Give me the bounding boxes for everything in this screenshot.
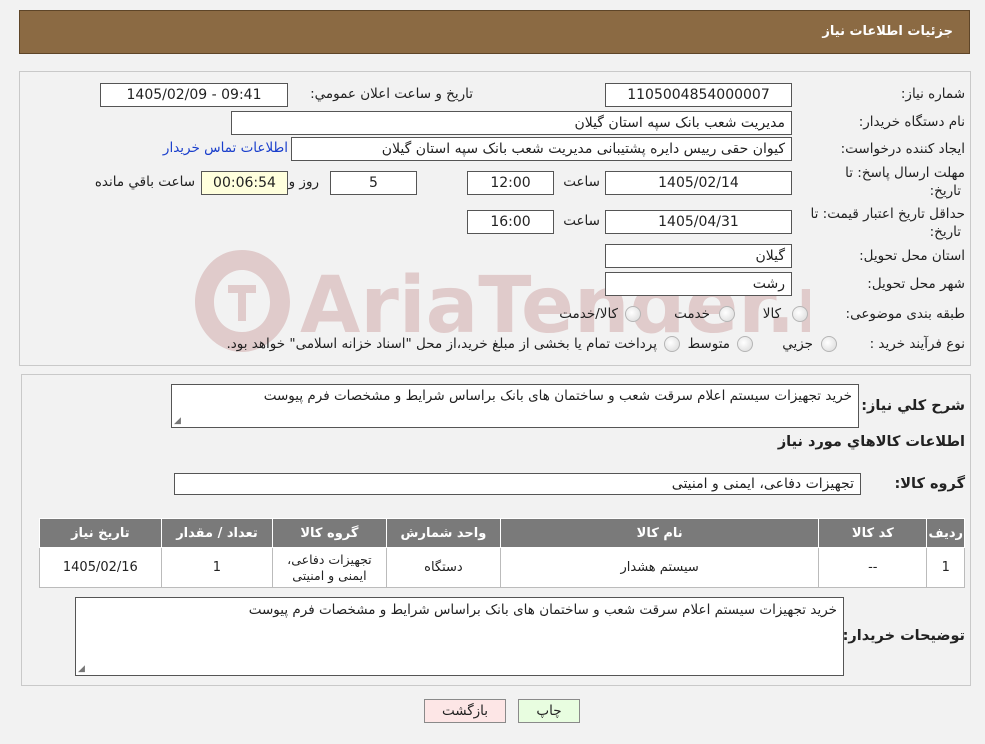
process-treasury-note: پرداخت تمام يا بخشی از مبلغ خريد،از محل … xyxy=(226,336,657,352)
validity-time-label: ساعت xyxy=(563,213,600,229)
category-radio-goods-service[interactable] xyxy=(625,306,641,322)
category-label: طبقه بندی موضوعی: xyxy=(845,306,965,322)
city-field[interactable]: رشت xyxy=(605,272,792,296)
reply-time-field[interactable]: 12:00 xyxy=(467,171,554,195)
announce-date-field[interactable]: 1405/02/09 - 09:41 xyxy=(100,83,288,107)
province-field[interactable]: گیلان xyxy=(605,244,792,268)
remaining-time-label: ساعت باقي مانده xyxy=(94,174,195,190)
process-radio-minor[interactable] xyxy=(821,336,837,352)
summary-label: شرح کلي نياز: xyxy=(861,398,965,414)
table-row[interactable]: 1 -- سیستم هشدار دستگاه تجهیزات دفاعی، ا… xyxy=(39,547,965,588)
reply-deadline-label-2: تاريخ: xyxy=(929,183,961,199)
city-label: شهر محل تحويل: xyxy=(867,276,965,292)
cell-date: 1405/02/16 xyxy=(39,547,162,588)
goods-group-field[interactable]: تجهیزات دفاعی، ایمنی و امنیتی xyxy=(174,473,861,495)
col-header-date: تاريخ نياز xyxy=(39,518,162,548)
col-header-quantity: تعداد / مقدار xyxy=(160,518,274,548)
buyer-notes-text: خرید تجهیزات سیستم اعلام سرقت شعب و ساخت… xyxy=(248,602,837,618)
validity-time-field[interactable]: 16:00 xyxy=(467,210,554,234)
process-checkbox-treasury[interactable] xyxy=(664,336,680,352)
goods-group-label: گروه کالا: xyxy=(894,476,965,492)
buyer-notes-label: توضيحات خريدار: xyxy=(842,628,965,644)
remaining-time-field[interactable]: 00:06:54 xyxy=(201,171,288,195)
cell-row-number: 1 xyxy=(926,547,965,588)
cell-group-line-1: تجهیزات دفاعی، xyxy=(287,551,372,567)
buyer-contact-link[interactable]: اطلاعات تماس خريدار xyxy=(163,140,288,156)
col-header-group: گروه کالا xyxy=(272,518,387,548)
creator-label: ايجاد کننده درخواست: xyxy=(840,141,965,157)
announce-date-label: تاریخ و ساعت اعلان عمومي: xyxy=(310,86,473,102)
cell-group-line-2: ایمنی و امنیتی xyxy=(292,567,367,583)
print-button[interactable]: چاپ xyxy=(518,699,580,723)
buyer-org-label: نام دستگاه خريدار: xyxy=(858,114,965,130)
category-radio-goods[interactable] xyxy=(792,306,808,322)
reply-deadline-label: مهلت ارسال پاسخ: تا xyxy=(845,165,965,181)
process-type-label: نوع فرآيند خريد : xyxy=(869,336,965,352)
cell-code: -- xyxy=(818,547,928,588)
reply-time-label: ساعت xyxy=(563,174,600,190)
page-header: جزئیات اطلاعات نیاز xyxy=(19,10,970,54)
goods-info-title: اطلاعات کالاهاي مورد نياز xyxy=(777,434,965,450)
creator-field[interactable]: کیوان حقی رییس دایره پشتیبانی مدیریت شعب… xyxy=(291,137,792,161)
col-header-code: کد کالا xyxy=(818,518,928,548)
remaining-days-field[interactable]: 5 xyxy=(330,171,417,195)
process-option-minor: جزيي xyxy=(782,336,813,352)
reply-date-field[interactable]: 1405/02/14 xyxy=(605,171,792,195)
category-option-goods-service: کالا/خدمت xyxy=(559,306,618,322)
cell-group: تجهیزات دفاعی، ایمنی و امنیتی xyxy=(272,547,387,588)
need-number-field[interactable]: 1105004854000007 xyxy=(605,83,792,107)
resize-grip-icon[interactable]: ◢ xyxy=(78,664,85,674)
buyer-notes-textarea[interactable]: خرید تجهیزات سیستم اعلام سرقت شعب و ساخت… xyxy=(75,597,844,676)
category-option-goods: کالا xyxy=(762,306,781,322)
buyer-org-field[interactable]: مدیریت شعب بانک سپه استان گیلان xyxy=(231,111,792,135)
goods-table: رديف کد کالا نام کالا واحد شمارش گروه کا… xyxy=(39,518,965,588)
summary-text: خرید تجهیزات سیستم اعلام سرقت شعب و ساخت… xyxy=(263,388,852,404)
col-header-row-number: رديف xyxy=(926,518,965,548)
table-header-row: رديف کد کالا نام کالا واحد شمارش گروه کا… xyxy=(39,518,965,548)
province-label: استان محل تحويل: xyxy=(859,248,965,264)
need-number-label: شماره نیاز: xyxy=(900,86,965,102)
cell-quantity: 1 xyxy=(160,547,274,588)
back-button[interactable]: بازگشت xyxy=(424,699,506,723)
col-header-name: نام کالا xyxy=(500,518,820,548)
resize-grip-icon[interactable]: ◢ xyxy=(174,416,181,426)
category-radio-service[interactable] xyxy=(719,306,735,322)
cell-unit: دستگاه xyxy=(385,547,502,588)
validity-date-field[interactable]: 1405/04/31 xyxy=(605,210,792,234)
price-validity-label: حداقل تاريخ اعتبار قيمت: تا xyxy=(810,206,965,222)
cell-name: سیستم هشدار xyxy=(500,547,820,588)
price-validity-label-2: تاريخ: xyxy=(929,224,961,240)
days-label: روز و xyxy=(288,174,319,190)
category-option-service: خدمت xyxy=(674,306,710,322)
process-radio-medium[interactable] xyxy=(737,336,753,352)
col-header-unit: واحد شمارش xyxy=(385,518,502,548)
process-option-medium: متوسط xyxy=(687,336,730,352)
summary-textarea[interactable]: خرید تجهیزات سیستم اعلام سرقت شعب و ساخت… xyxy=(171,384,859,428)
page-title: جزئیات اطلاعات نیاز xyxy=(822,24,953,39)
